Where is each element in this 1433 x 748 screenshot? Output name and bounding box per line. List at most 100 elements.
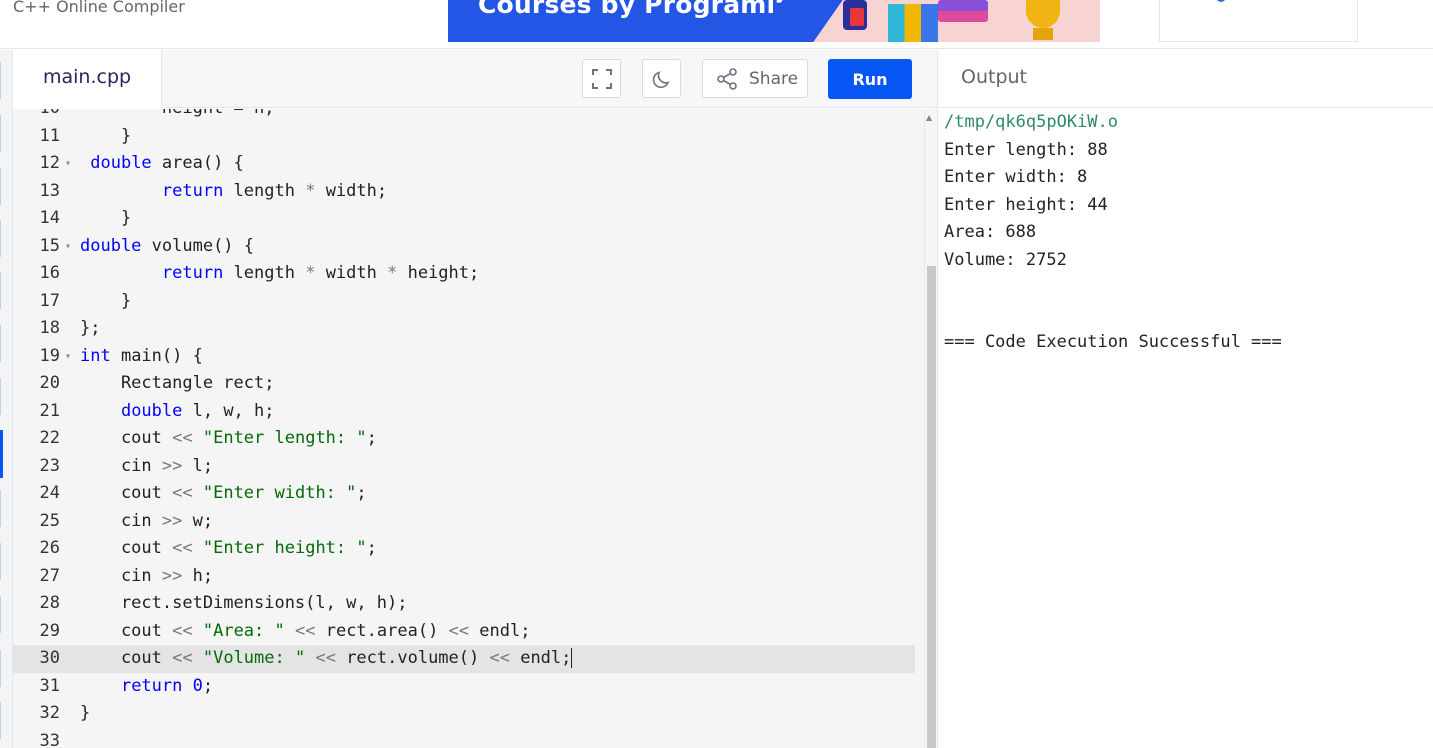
sidebar-item[interactable]	[0, 543, 4, 580]
sidebar-item[interactable]	[0, 62, 4, 99]
code-editor[interactable]: 10 height = h;11 }12▾ double area() {13 …	[13, 109, 937, 748]
fold-toggle-icon[interactable]: ▾	[65, 343, 71, 371]
code-text: return length * width * height;	[161, 263, 480, 283]
code-line[interactable]: 15 ▾ double volume() {	[13, 233, 915, 261]
output-line: Area: 688	[944, 222, 1037, 242]
output-line: Enter length: 88	[944, 139, 1108, 160]
sidebar-item[interactable]	[0, 272, 4, 309]
code-line[interactable]: 12 ▾ double area() {	[13, 150, 915, 178]
code-line[interactable]: 25 cin >> w;	[13, 508, 915, 536]
site-title[interactable]: C++ Online Compiler	[13, 0, 185, 16]
code-line[interactable]: 16 return length * width * height;	[13, 260, 915, 288]
code-line[interactable]: 10 height = h;	[13, 109, 915, 123]
line-number: 11	[39, 125, 60, 146]
output-line: Volume: 2752	[944, 249, 1067, 270]
code-text: cout << "Enter width: ";	[80, 483, 367, 503]
sidebar-item[interactable]	[0, 378, 4, 415]
scroll-up-arrow[interactable]: ▲	[926, 113, 932, 122]
fold-toggle-icon[interactable]: ▾	[65, 150, 71, 178]
text-cursor	[571, 648, 573, 668]
moon-icon	[652, 70, 669, 88]
ad-headline: Courses by Programiz	[478, 0, 791, 19]
code-line[interactable]: 19 ▾ int main() {	[13, 343, 915, 371]
code-line[interactable]: 17 }	[13, 288, 915, 316]
line-number: 17	[39, 290, 60, 311]
share-button[interactable]: Share	[702, 59, 808, 98]
line-number: 22	[39, 428, 60, 448]
dark-mode-button[interactable]	[642, 59, 681, 98]
code-text: }	[80, 125, 132, 146]
line-number: 29	[39, 620, 60, 641]
line-number: 16	[39, 263, 60, 283]
line-number: 26	[39, 538, 60, 558]
code-text: cin >> h;	[80, 565, 214, 586]
line-number: 18	[39, 318, 60, 338]
code-text: height = h;	[80, 109, 275, 123]
line-number: 19	[39, 345, 60, 366]
code-text: double l, w, h;	[120, 400, 275, 421]
sidebar-item[interactable]	[0, 702, 4, 739]
code-line[interactable]: 26 cout << "Enter height: ";	[13, 535, 915, 563]
sidebar-item[interactable]	[0, 650, 4, 687]
code-line[interactable]: 32}	[13, 700, 915, 728]
code-text: Rectangle rect;	[80, 373, 275, 393]
code-text: }	[80, 208, 132, 228]
code-line-active[interactable]: 30 cout << "Volume: " << rect.volume() <…	[13, 645, 915, 673]
ad-side-panel[interactable]	[1159, 0, 1358, 42]
code-line[interactable]: 28 rect.setDimensions(l, w, h);	[13, 590, 915, 618]
code-text: cout << "Area: " << rect.area() << endl;	[80, 620, 531, 641]
code-line[interactable]: 20 Rectangle rect;	[13, 370, 915, 398]
file-tab-label: main.cpp	[43, 66, 132, 88]
sidebar-item[interactable]	[0, 115, 4, 152]
line-number: 14	[39, 208, 60, 228]
code-text: return 0;	[120, 675, 214, 696]
share-label: Share	[749, 68, 799, 89]
code-line[interactable]: 27 cin >> h;	[13, 563, 915, 591]
ad-banner[interactable]: Courses by Programiz	[448, 0, 1159, 42]
output-header: Output	[937, 50, 1433, 108]
sidebar-item[interactable]	[0, 490, 4, 527]
sidebar-item[interactable]	[0, 220, 4, 257]
code-text: }	[80, 290, 132, 311]
file-tab[interactable]: main.cpp	[13, 50, 162, 109]
sidebar-item-active-indicator	[0, 430, 3, 478]
run-button[interactable]: Run	[828, 59, 912, 99]
code-line[interactable]: 29 cout << "Area: " << rect.area() << en…	[13, 618, 915, 646]
editor-scrollbar-thumb[interactable]	[927, 266, 936, 748]
line-number: 12	[39, 153, 60, 173]
code-line[interactable]: 31 return 0;	[13, 673, 915, 701]
language-sidebar	[0, 50, 13, 748]
code-line[interactable]: 14 }	[13, 205, 915, 233]
line-number: 33	[39, 730, 60, 748]
line-number: 28	[39, 593, 60, 613]
code-line[interactable]: 22 cout << "Enter length: ";	[13, 425, 915, 453]
ad-illustration	[753, 0, 1159, 42]
code-line[interactable]: 18};	[13, 315, 915, 343]
line-number: 24	[39, 483, 60, 503]
fullscreen-button[interactable]	[582, 59, 621, 98]
sidebar-item[interactable]	[0, 596, 4, 633]
sidebar-item[interactable]	[0, 168, 4, 205]
code-line[interactable]: 33	[13, 728, 915, 748]
fold-toggle-icon[interactable]: ▾	[65, 233, 71, 261]
line-number: 25	[39, 510, 60, 531]
code-line[interactable]: 23 cin >> l;	[13, 453, 915, 481]
code-text: cout << "Enter length: ";	[80, 428, 377, 448]
editor-toolbar: main.cpp Share Run	[13, 50, 937, 109]
code-line[interactable]: 24 cout << "Enter width: ";	[13, 480, 915, 508]
output-line: Enter height: 44	[944, 194, 1108, 215]
line-number: 10	[13, 109, 60, 123]
line-number: 15	[39, 235, 60, 256]
line-number: 13	[39, 180, 60, 201]
sidebar-item[interactable]	[0, 325, 4, 362]
code-text: }	[80, 703, 91, 723]
code-line[interactable]: 13 return length * width;	[13, 178, 915, 206]
code-text: rect.setDimensions(l, w, h);	[80, 593, 408, 613]
code-line[interactable]: 11 }	[13, 123, 915, 151]
code-line[interactable]: 21 double l, w, h;	[13, 398, 915, 426]
output-binary-path: /tmp/qk6q5pOKiW.o	[944, 112, 1118, 132]
output-console: /tmp/qk6q5pOKiW.o Enter length: 88 Enter w…	[937, 109, 1433, 748]
output-line: Enter width: 8	[944, 167, 1088, 187]
top-bar: C++ Online Compiler Courses by Programiz	[0, 0, 1433, 49]
output-title: Output	[961, 66, 1027, 88]
